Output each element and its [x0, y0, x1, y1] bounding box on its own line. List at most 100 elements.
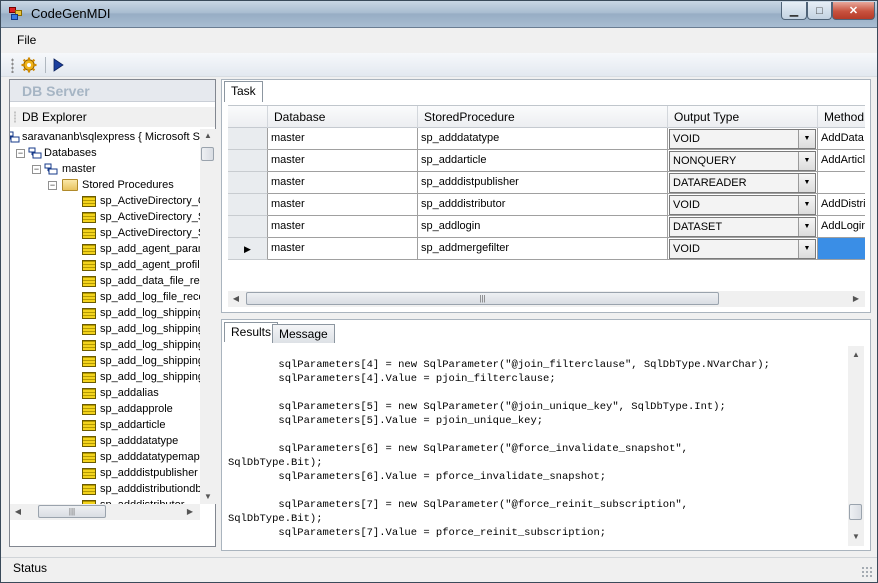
row-header[interactable]: ▶: [228, 238, 268, 260]
output-type-dropdown[interactable]: VOID ▼: [669, 195, 816, 215]
scroll-up-icon[interactable]: ▲: [200, 129, 216, 143]
column-header-output-type[interactable]: Output Type: [668, 106, 818, 128]
grid-hscroll-thumb[interactable]: |||: [246, 292, 719, 305]
cell-database[interactable]: master: [268, 150, 418, 172]
tree-node-databases[interactable]: − Databases: [10, 145, 200, 161]
tree-node-procedure[interactable]: sp_add_agent_param: [10, 241, 202, 257]
cell-database[interactable]: master: [268, 238, 418, 260]
dropdown-arrow-icon[interactable]: ▼: [798, 240, 815, 258]
db-tree[interactable]: saravananb\sqlexpress { Microsoft S − Da…: [10, 129, 202, 504]
tree-hscroll-thumb[interactable]: |||: [38, 505, 106, 518]
task-grid[interactable]: Database StoredProcedure Output Type Met…: [228, 105, 865, 285]
output-type-dropdown[interactable]: NONQUERY ▼: [669, 151, 816, 171]
tree-node-procedure[interactable]: sp_add_agent_profile: [10, 257, 202, 273]
collapse-icon[interactable]: −: [32, 165, 41, 174]
tree-node-procedure[interactable]: sp_addarticle: [10, 417, 200, 433]
menu-file[interactable]: File: [17, 33, 36, 47]
cell-database[interactable]: master: [268, 128, 418, 150]
output-type-dropdown[interactable]: DATASET ▼: [669, 217, 816, 237]
cell-database[interactable]: master: [268, 216, 418, 238]
cell-method[interactable]: AddDistri: [818, 194, 865, 216]
output-type-dropdown[interactable]: DATAREADER ▼: [669, 173, 816, 193]
scroll-down-icon[interactable]: ▼: [848, 530, 864, 544]
tree-node-procedure[interactable]: sp_adddatatype: [10, 433, 200, 449]
settings-button[interactable]: [20, 56, 38, 74]
scroll-right-icon[interactable]: ▶: [182, 505, 198, 519]
tree-node-procedure[interactable]: sp_add_log_shipping: [10, 369, 202, 385]
tree-node-procedure[interactable]: sp_adddistributiondb: [10, 481, 202, 497]
scroll-down-icon[interactable]: ▼: [200, 490, 216, 504]
output-type-dropdown[interactable]: VOID ▼: [669, 239, 816, 259]
cell-output-type[interactable]: VOID ▼: [668, 194, 818, 216]
cell-database[interactable]: master: [268, 194, 418, 216]
cell-stored-procedure[interactable]: sp_addlogin: [418, 216, 668, 238]
grid-row[interactable]: master sp_adddistpublisher DATAREADER ▼: [228, 172, 865, 194]
tree-vertical-scrollbar[interactable]: ▲ ▼: [200, 129, 216, 504]
grid-row[interactable]: master sp_adddistributor VOID ▼ AddDistri: [228, 194, 865, 216]
run-button[interactable]: [49, 56, 67, 74]
generated-code-text[interactable]: sqlParameters[4] = new SqlParameter("@jo…: [228, 344, 848, 544]
scroll-right-icon[interactable]: ▶: [848, 292, 864, 306]
tree-node-procedure[interactable]: sp_adddatatypemapp: [10, 449, 202, 465]
cell-output-type[interactable]: DATAREADER ▼: [668, 172, 818, 194]
title-bar[interactable]: CodeGenMDI ▁ □ ✕: [1, 1, 877, 28]
cell-output-type[interactable]: NONQUERY ▼: [668, 150, 818, 172]
collapse-icon[interactable]: −: [16, 149, 25, 158]
row-header[interactable]: [228, 194, 268, 216]
cell-method[interactable]: AddData: [818, 128, 865, 150]
dropdown-arrow-icon[interactable]: ▼: [798, 218, 815, 236]
column-header-method[interactable]: Method: [818, 106, 865, 128]
code-vscroll-thumb[interactable]: [849, 504, 862, 520]
tree-node-procedure[interactable]: sp_add_log_shipping: [10, 353, 202, 369]
code-vertical-scrollbar[interactable]: ▲ ▼: [848, 346, 864, 546]
tree-vscroll-thumb[interactable]: [201, 147, 214, 161]
tree-node-procedure[interactable]: sp_addalias: [10, 385, 200, 401]
tree-node-procedure[interactable]: sp_adddistributor: [10, 497, 200, 504]
cell-stored-procedure[interactable]: sp_adddatatype: [418, 128, 668, 150]
close-button[interactable]: ✕: [832, 2, 875, 20]
cell-stored-procedure[interactable]: sp_adddistributor: [418, 194, 668, 216]
tree-node-procedure[interactable]: sp_add_data_file_rec: [10, 273, 202, 289]
tree-node-procedure[interactable]: sp_ActiveDirectory_S: [10, 209, 202, 225]
tree-node-procedure[interactable]: sp_add_log_shipping: [10, 337, 202, 353]
cell-method[interactable]: [818, 172, 865, 194]
cell-database[interactable]: master: [268, 172, 418, 194]
dropdown-arrow-icon[interactable]: ▼: [798, 174, 815, 192]
minimize-button[interactable]: ▁: [781, 2, 807, 20]
cell-method[interactable]: AddLogin: [818, 216, 865, 238]
scroll-left-icon[interactable]: ◀: [10, 505, 26, 519]
cell-output-type[interactable]: VOID ▼: [668, 238, 818, 260]
column-header-database[interactable]: Database: [268, 106, 418, 128]
scroll-left-icon[interactable]: ◀: [228, 292, 244, 306]
grid-row[interactable]: master sp_addarticle NONQUERY ▼ AddArticl: [228, 150, 865, 172]
tab-task[interactable]: Task: [224, 81, 263, 102]
row-header[interactable]: [228, 172, 268, 194]
scroll-up-icon[interactable]: ▲: [848, 348, 864, 362]
tree-node-stored-procedures[interactable]: − Stored Procedures: [10, 177, 200, 193]
tree-node-procedure[interactable]: sp_ActiveDirectory_S: [10, 225, 202, 241]
column-header-storedprocedure[interactable]: StoredProcedure: [418, 106, 668, 128]
tree-node-procedure[interactable]: sp_add_log_shipping: [10, 305, 202, 321]
tab-message[interactable]: Message: [272, 324, 335, 343]
cell-stored-procedure[interactable]: sp_addmergefilter: [418, 238, 668, 260]
cell-output-type[interactable]: DATASET ▼: [668, 216, 818, 238]
row-header[interactable]: [228, 128, 268, 150]
dropdown-arrow-icon[interactable]: ▼: [798, 130, 815, 148]
tree-node-procedure[interactable]: sp_ActiveDirectory_O: [10, 193, 202, 209]
cell-method[interactable]: AddArticl: [818, 150, 865, 172]
grid-row[interactable]: master sp_adddatatype VOID ▼ AddData: [228, 128, 865, 150]
resize-grip[interactable]: [861, 566, 873, 578]
grid-row[interactable]: master sp_addlogin DATASET ▼ AddLogin: [228, 216, 865, 238]
maximize-button[interactable]: □: [807, 2, 832, 20]
collapse-icon[interactable]: −: [48, 181, 57, 190]
output-type-dropdown[interactable]: VOID ▼: [669, 129, 816, 149]
cell-stored-procedure[interactable]: sp_addarticle: [418, 150, 668, 172]
tab-results[interactable]: Results: [224, 322, 279, 342]
cell-method[interactable]: [818, 238, 865, 260]
tree-node-procedure[interactable]: sp_addapprole: [10, 401, 200, 417]
dropdown-arrow-icon[interactable]: ▼: [798, 152, 815, 170]
tree-node-master[interactable]: − master: [10, 161, 200, 177]
grid-horizontal-scrollbar[interactable]: ◀ ||| ▶: [228, 291, 865, 307]
explorer-grip[interactable]: [14, 111, 16, 123]
dropdown-arrow-icon[interactable]: ▼: [798, 196, 815, 214]
